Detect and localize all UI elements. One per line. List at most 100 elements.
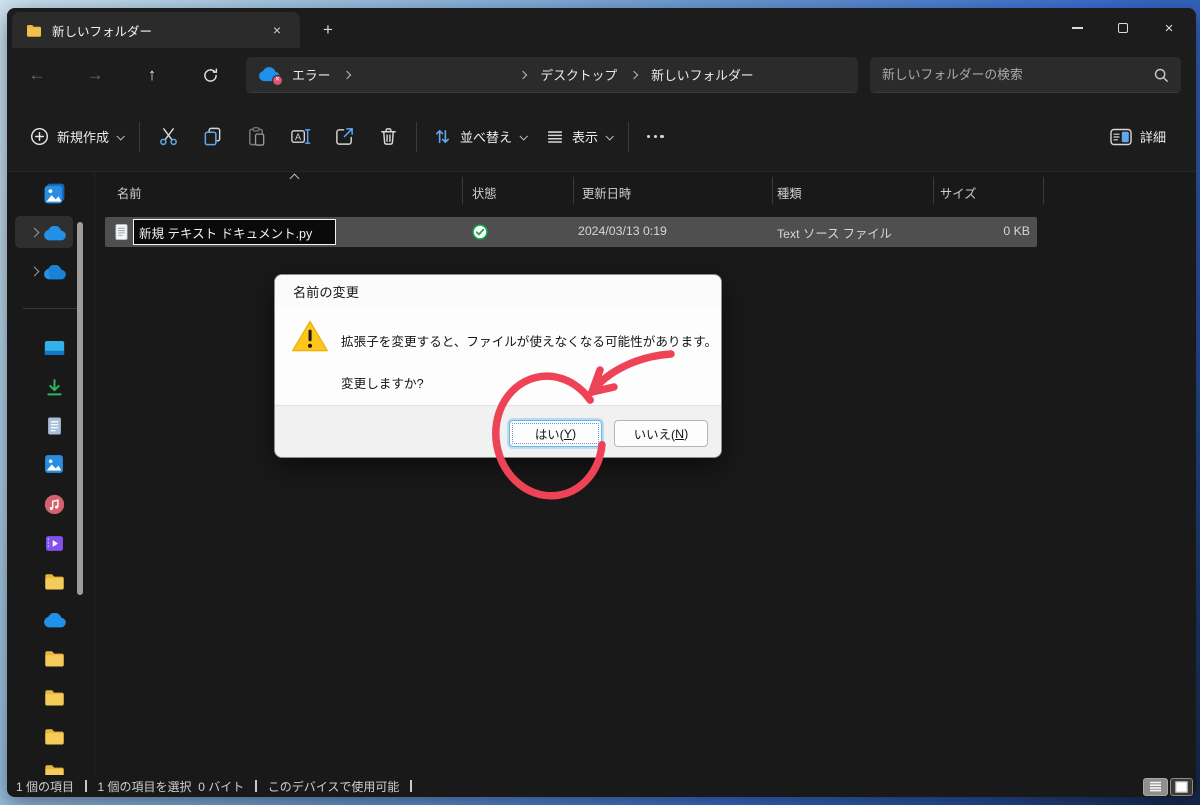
more-button[interactable] — [635, 135, 676, 138]
tab-title: 新しいフォルダー — [52, 21, 264, 40]
sidebar-item-folder[interactable] — [42, 685, 66, 709]
status-separator — [85, 780, 87, 792]
sidebar-item-onedrive-cloud[interactable] — [42, 608, 66, 632]
sidebar-item-gallery[interactable] — [42, 181, 66, 205]
sidebar-item-music[interactable] — [42, 492, 66, 516]
chevron-right-icon[interactable] — [343, 70, 351, 78]
sidebar-item-documents[interactable] — [42, 414, 66, 438]
sidebar-item-folder[interactable] — [42, 569, 66, 593]
videos-icon — [45, 535, 64, 552]
maximize-icon — [1118, 23, 1128, 33]
address-bar[interactable]: × エラー デスクトップ 新しいフォルダー — [246, 57, 858, 93]
tab-close-icon[interactable]: × — [264, 18, 290, 42]
details-view-toggle[interactable] — [1143, 778, 1168, 796]
sidebar-item-downloads[interactable] — [42, 375, 66, 399]
toolbar-divider — [416, 122, 417, 152]
close-button[interactable]: × — [1146, 8, 1192, 48]
paste-button[interactable] — [234, 117, 278, 157]
minimize-button[interactable] — [1054, 8, 1100, 48]
explorer-window: 新しいフォルダー × + × ← → ↑ × エラー デスクトップ — [7, 8, 1196, 797]
text-file-icon — [114, 223, 129, 241]
yes-button[interactable]: はい(Y) — [509, 420, 602, 447]
column-header-type[interactable]: 種類 — [777, 184, 802, 202]
minimize-icon — [1072, 27, 1083, 28]
yes-hotkey: Y — [564, 427, 572, 441]
up-button[interactable]: ↑ — [135, 59, 169, 91]
column-header-status[interactable]: 状態 — [472, 184, 497, 202]
forward-button[interactable]: → — [78, 59, 112, 91]
expand-chevron-icon[interactable] — [30, 267, 40, 277]
column-separator[interactable] — [462, 177, 463, 204]
no-button[interactable]: いいえ(N) — [614, 420, 708, 447]
sidebar-item-videos[interactable] — [42, 531, 66, 555]
rename-button[interactable]: A — [278, 117, 322, 157]
search-input[interactable] — [882, 67, 1153, 82]
dialog-title: 名前の変更 — [275, 275, 721, 307]
sidebar-item-desktop[interactable] — [42, 336, 66, 360]
onedrive-cloud-icon — [43, 613, 66, 628]
share-button[interactable] — [322, 117, 366, 157]
breadcrumb-error[interactable]: エラー — [288, 65, 334, 84]
new-tab-button[interactable]: + — [313, 16, 343, 44]
more-icon — [654, 135, 657, 138]
copy-icon — [202, 126, 223, 147]
sidebar-item-folder[interactable] — [42, 646, 66, 670]
view-lines-icon — [546, 128, 564, 146]
column-separator[interactable] — [772, 177, 773, 204]
thumbnail-view-toggle[interactable] — [1170, 778, 1193, 796]
file-size: 0 KB — [947, 224, 1030, 238]
column-header-size[interactable]: サイズ — [940, 184, 977, 202]
command-bar: 新規作成 A 並べ替え 表示 — [7, 102, 1196, 172]
status-item-count: 1 個の項目 — [16, 778, 74, 795]
cut-button[interactable] — [146, 117, 190, 157]
breadcrumb-desktop[interactable]: デスクトップ — [536, 65, 621, 84]
tab-strip: 新しいフォルダー × + × — [7, 8, 1196, 48]
chevron-right-icon[interactable] — [630, 70, 638, 78]
search-icon[interactable] — [1153, 67, 1169, 83]
column-separator[interactable] — [1043, 177, 1044, 204]
folder-icon — [44, 573, 65, 590]
breadcrumb-current-folder[interactable]: 新しいフォルダー — [647, 65, 757, 84]
delete-button[interactable] — [366, 117, 410, 157]
documents-icon — [46, 416, 63, 436]
column-header-row: 名前 状態 更新日時 種類 サイズ — [95, 172, 1196, 210]
tab-active[interactable]: 新しいフォルダー × — [12, 12, 300, 48]
new-button[interactable]: 新規作成 — [20, 119, 133, 154]
column-separator[interactable] — [933, 177, 934, 204]
chevron-down-icon — [606, 132, 614, 140]
address-row: ← → ↑ × エラー デスクトップ 新しいフォルダー — [7, 48, 1196, 102]
sidebar-scrollbar[interactable] — [77, 222, 83, 595]
chevron-down-icon — [116, 132, 124, 140]
sort-ascending-icon — [290, 174, 300, 184]
status-bar: 1 個の項目 1 個の項目を選択 0 バイト このデバイスで使用可能 — [7, 775, 1196, 797]
view-button[interactable]: 表示 — [536, 119, 622, 154]
more-icon — [647, 135, 650, 138]
sidebar-item-cloud[interactable] — [42, 260, 66, 284]
copy-button[interactable] — [190, 117, 234, 157]
column-separator[interactable] — [573, 177, 574, 204]
cut-icon — [158, 126, 179, 147]
back-button[interactable]: ← — [20, 59, 54, 91]
details-view-icon — [1149, 781, 1162, 792]
details-pane-icon — [1110, 128, 1132, 146]
column-header-name[interactable]: 名前 — [117, 184, 142, 202]
rename-input[interactable] — [133, 219, 336, 245]
toolbar-divider — [139, 122, 140, 152]
sort-button[interactable]: 並べ替え — [423, 119, 536, 154]
maximize-button[interactable] — [1100, 8, 1146, 48]
dialog-message-line2: 変更しますか? — [341, 373, 424, 392]
sidebar-item-pictures[interactable] — [42, 452, 66, 476]
chevron-right-icon[interactable] — [519, 70, 527, 78]
dialog-message-line1: 拡張子を変更すると、ファイルが使えなくなる可能性があります。 — [341, 331, 717, 350]
search-box[interactable] — [870, 57, 1181, 93]
sidebar-item-folder[interactable] — [42, 724, 66, 748]
svg-text:A: A — [294, 132, 301, 142]
trash-icon — [378, 126, 399, 147]
music-icon — [44, 494, 65, 515]
warning-icon — [291, 319, 329, 353]
share-icon — [334, 126, 355, 147]
file-row[interactable]: 2024/03/13 0:19 Text ソース ファイル 0 KB — [7, 217, 1196, 247]
column-header-date[interactable]: 更新日時 — [582, 184, 631, 202]
refresh-button[interactable] — [193, 59, 227, 91]
details-pane-button[interactable]: 詳細 — [1100, 119, 1176, 154]
